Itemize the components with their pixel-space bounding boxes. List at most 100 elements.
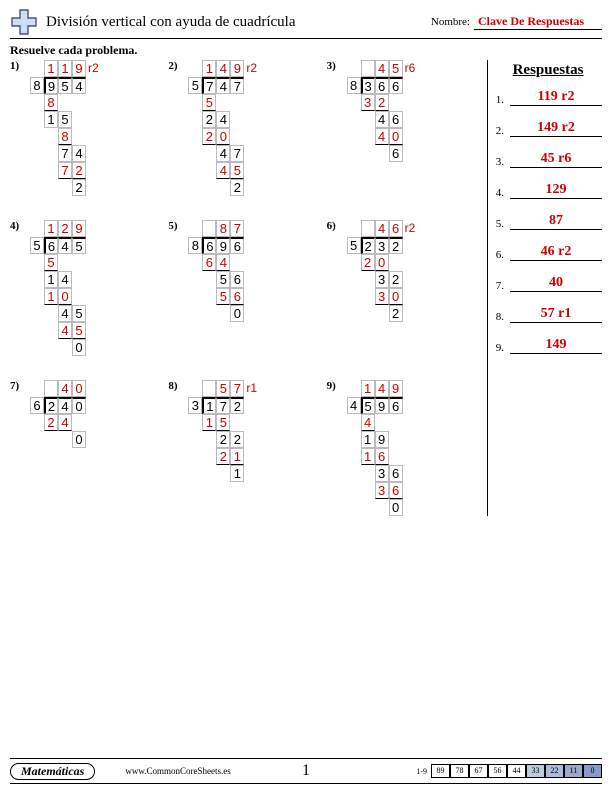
grid-cell [347, 305, 361, 322]
grid-cell: 0 [389, 499, 403, 516]
grid-cell [361, 220, 375, 237]
grid-cell: 5 [58, 111, 72, 128]
grid-cell: 7 [230, 145, 244, 162]
grid-cell: 2 [202, 128, 216, 145]
grid-cell: 4 [375, 220, 389, 237]
header: División vertical con ayuda de cuadrícul… [10, 8, 602, 39]
grid-cell [30, 254, 44, 271]
problem-number: 8) [168, 380, 177, 392]
divisor-cell: 6 [30, 397, 44, 414]
name-value: Clave De Respuestas [474, 14, 602, 30]
grid-cell [361, 111, 375, 128]
grid-cell: 7 [230, 77, 244, 94]
grid-cell [30, 128, 44, 145]
grid-cell [202, 162, 216, 179]
grid-cell: 4 [58, 237, 72, 254]
grid-cell: 3 [375, 237, 389, 254]
score-cell: 89 [431, 764, 450, 778]
grid-cell: 6 [389, 145, 403, 162]
answer-value: 46 r2 [510, 244, 602, 261]
grid-cell: 2 [389, 237, 403, 254]
grid-cell [188, 254, 202, 271]
division-grid: 149r257475242047452 [188, 60, 322, 196]
grid-cell: 4 [361, 414, 375, 431]
grid-cell: 4 [58, 271, 72, 288]
grid-cell: 5 [361, 397, 375, 414]
grid-cell [30, 305, 44, 322]
problem-number: 5) [168, 220, 177, 232]
grid-cell [44, 380, 58, 397]
grid-cell [188, 94, 202, 111]
grid-cell [202, 145, 216, 162]
grid-cell: 6 [375, 448, 389, 465]
problem: 4)12956455141045450 [10, 220, 164, 356]
grid-cell [347, 414, 361, 431]
answers-panel: Respuestas 1.119 r22.149 r23.45 r64.1295… [487, 60, 602, 516]
grid-cell: 1 [361, 380, 375, 397]
grid-cell [188, 162, 202, 179]
grid-cell [30, 380, 44, 397]
grid-cell: 4 [216, 60, 230, 77]
problem-number: 6) [327, 220, 336, 232]
grid-cell: 9 [216, 237, 230, 254]
problem: 8)57r131721522211 [168, 380, 322, 516]
problem-number: 9) [327, 380, 336, 392]
grid-cell: 9 [44, 77, 58, 94]
grid-cell: 0 [216, 128, 230, 145]
grid-cell: 2 [230, 397, 244, 414]
score-cell: 67 [469, 764, 488, 778]
divisor-cell: 3 [188, 397, 202, 414]
grid-cell: 0 [375, 254, 389, 271]
division-grid: 46r252322032302 [347, 220, 481, 322]
grid-cell: 0 [72, 431, 86, 448]
answer-index: 1. [494, 94, 504, 106]
grid-cell [188, 128, 202, 145]
answers-list: 1.119 r22.149 r23.45 r64.1295.876.46 r27… [494, 89, 602, 354]
grid-cell [188, 145, 202, 162]
division-grid: 14945964191636360 [347, 380, 481, 516]
score-cell: 22 [545, 764, 564, 778]
grid-cell [347, 380, 361, 397]
grid-cell [361, 305, 375, 322]
grid-cell: 5 [72, 322, 86, 339]
grid-cell [58, 431, 72, 448]
grid-cell: 2 [230, 179, 244, 196]
grid-cell: 4 [58, 305, 72, 322]
grid-cell: 2 [44, 414, 58, 431]
grid-cell [361, 465, 375, 482]
grid-cell [44, 305, 58, 322]
grid-cell [44, 128, 58, 145]
grid-cell: 5 [58, 77, 72, 94]
problem: 1)119r28954815874722 [10, 60, 164, 196]
site-url: www.CommonCoreSheets.es [125, 766, 230, 776]
grid-cell: 2 [389, 305, 403, 322]
problem-number: 1) [10, 60, 19, 72]
grid-cell [361, 60, 375, 77]
grid-cell [361, 288, 375, 305]
grid-cell [361, 499, 375, 516]
answer-index: 8. [494, 311, 504, 323]
grid-cell [202, 220, 216, 237]
remainder: r6 [403, 60, 416, 77]
answer-value: 149 [510, 337, 602, 354]
grid-cell [375, 145, 389, 162]
grid-cell [347, 431, 361, 448]
content-area: 1)119r289548158747222)149r25747524204745… [10, 60, 602, 516]
grid-cell: 9 [389, 380, 403, 397]
grid-cell [188, 111, 202, 128]
score-cell: 78 [450, 764, 469, 778]
subject-pill: Matemáticas [10, 763, 95, 780]
grid-cell: 4 [375, 60, 389, 77]
grid-cell [216, 465, 230, 482]
grid-cell [58, 339, 72, 356]
answer-row: 2.149 r2 [494, 120, 602, 137]
grid-cell [30, 339, 44, 356]
grid-cell [188, 465, 202, 482]
grid-cell [347, 499, 361, 516]
answer-value: 119 r2 [510, 89, 602, 106]
grid-cell: 7 [230, 220, 244, 237]
answers-title: Respuestas [494, 62, 602, 79]
grid-cell [44, 322, 58, 339]
grid-cell: 4 [216, 145, 230, 162]
grid-cell [347, 128, 361, 145]
